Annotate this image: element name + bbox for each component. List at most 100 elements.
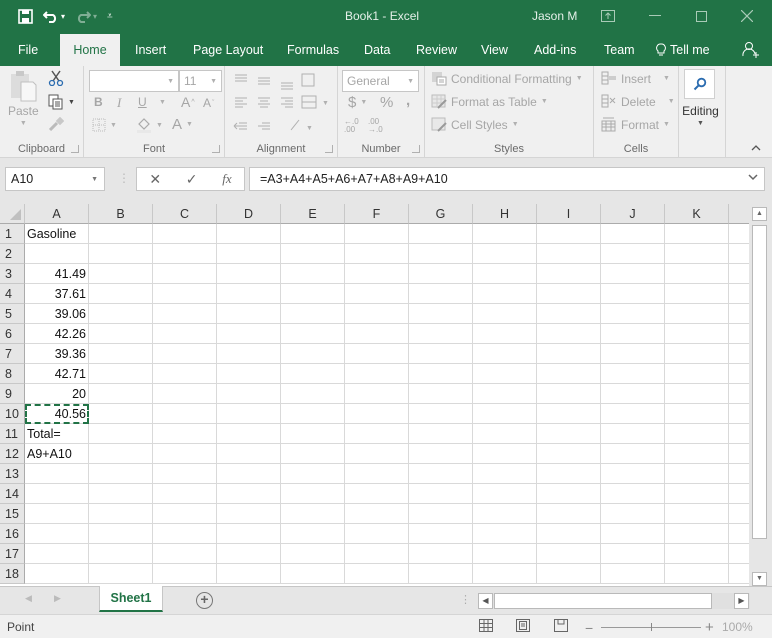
cell-d10[interactable] [217,404,281,424]
cell-h15[interactable] [473,504,537,524]
tab-splitter[interactable]: ⋮ [460,593,471,606]
save-icon[interactable] [18,6,33,26]
row-header-14[interactable]: 14 [0,484,25,504]
cell-h6[interactable] [473,324,537,344]
row-header-1[interactable]: 1 [0,224,25,244]
name-box[interactable]: A10 ▼ [5,167,105,191]
cell-b14[interactable] [89,484,153,504]
cell-b18[interactable] [89,564,153,584]
comma-style-button[interactable]: , [406,92,410,109]
cell-h8[interactable] [473,364,537,384]
row-header-8[interactable]: 8 [0,364,25,384]
fill-color-dropdown-icon[interactable]: ▼ [156,122,163,129]
cell-j5[interactable] [601,304,665,324]
zoom-knob[interactable] [651,623,652,631]
zoom-slider[interactable]: − + [585,619,717,636]
cell-partial[interactable] [729,484,749,504]
cell-d8[interactable] [217,364,281,384]
horizontal-scrollbar[interactable]: ◀ ▶ [478,593,750,609]
row-header-17[interactable]: 17 [0,544,25,564]
cell-k13[interactable] [665,464,729,484]
cell-f7[interactable] [345,344,409,364]
cell-b12[interactable] [89,444,153,464]
cell-d6[interactable] [217,324,281,344]
maximize-icon[interactable] [691,6,711,26]
cell-a12[interactable]: A9+A10 [25,444,89,464]
number-format-select[interactable]: General ▼ [342,70,419,92]
cell-c12[interactable] [153,444,217,464]
cell-i7[interactable] [537,344,601,364]
cell-e18[interactable] [281,564,345,584]
tab-view[interactable]: View [475,34,514,66]
row-header-4[interactable]: 4 [0,284,25,304]
cut-button[interactable] [48,70,64,86]
redo-dropdown-icon[interactable]: ▾ [93,12,97,21]
cell-j10[interactable] [601,404,665,424]
cell-h12[interactable] [473,444,537,464]
cell-a7[interactable]: 39.36 [25,344,89,364]
cell-f12[interactable] [345,444,409,464]
cell-g13[interactable] [409,464,473,484]
formula-bar-splitter[interactable]: ⋮ [118,171,130,185]
cell-g1[interactable] [409,224,473,244]
alignment-launcher-icon[interactable] [325,145,333,153]
user-name[interactable]: Jason M [532,9,577,23]
tab-home[interactable]: Home [60,34,120,66]
cell-b13[interactable] [89,464,153,484]
cell-d11[interactable] [217,424,281,444]
cell-g16[interactable] [409,524,473,544]
cell-g4[interactable] [409,284,473,304]
tab-data[interactable]: Data [358,34,396,66]
cell-f17[interactable] [345,544,409,564]
cell-i9[interactable] [537,384,601,404]
format-painter-button[interactable] [48,117,64,131]
cell-i13[interactable] [537,464,601,484]
cell-j4[interactable] [601,284,665,304]
cell-b8[interactable] [89,364,153,384]
page-break-preview-icon[interactable] [554,619,569,633]
cell-f2[interactable] [345,244,409,264]
cell-d7[interactable] [217,344,281,364]
font-size-select[interactable]: 11 ▼ [179,70,222,92]
cell-d15[interactable] [217,504,281,524]
copy-button[interactable]: ▼ [48,94,75,110]
tell-me-search[interactable]: Tell me [650,34,716,66]
column-header-a[interactable]: A [25,204,89,224]
customize-qat-icon[interactable]: ⩡ [107,6,113,26]
cell-h4[interactable] [473,284,537,304]
copy-dropdown-icon[interactable]: ▼ [68,99,75,106]
undo-icon[interactable]: ▾ [43,6,65,26]
cell-k14[interactable] [665,484,729,504]
row-header-15[interactable]: 15 [0,504,25,524]
next-sheet-icon[interactable]: ▶ [54,593,61,604]
cell-a2[interactable] [25,244,89,264]
cell-i5[interactable] [537,304,601,324]
editing-label[interactable]: Editing [679,104,722,118]
cell-k3[interactable] [665,264,729,284]
row-header-2[interactable]: 2 [0,244,25,264]
scroll-down-icon[interactable]: ▼ [752,572,767,586]
cell-j1[interactable] [601,224,665,244]
cell-b4[interactable] [89,284,153,304]
insert-cells-button[interactable]: Insert ▼ [601,71,670,86]
tab-insert[interactable]: Insert [129,34,172,66]
cell-k10[interactable] [665,404,729,424]
row-header-3[interactable]: 3 [0,264,25,284]
row-header-11[interactable]: 11 [0,424,25,444]
cell-f18[interactable] [345,564,409,584]
cell-c13[interactable] [153,464,217,484]
cell-k12[interactable] [665,444,729,464]
cell-a8[interactable]: 42.71 [25,364,89,384]
fill-color-button[interactable]: ▼ [136,117,163,133]
cell-d14[interactable] [217,484,281,504]
cell-f8[interactable] [345,364,409,384]
tab-page-layout[interactable]: Page Layout [187,34,269,66]
cell-f4[interactable] [345,284,409,304]
cell-b7[interactable] [89,344,153,364]
cell-g3[interactable] [409,264,473,284]
cell-d1[interactable] [217,224,281,244]
cell-c5[interactable] [153,304,217,324]
scroll-left-icon[interactable]: ◀ [478,593,493,609]
cell-c11[interactable] [153,424,217,444]
cell-b10[interactable] [89,404,153,424]
